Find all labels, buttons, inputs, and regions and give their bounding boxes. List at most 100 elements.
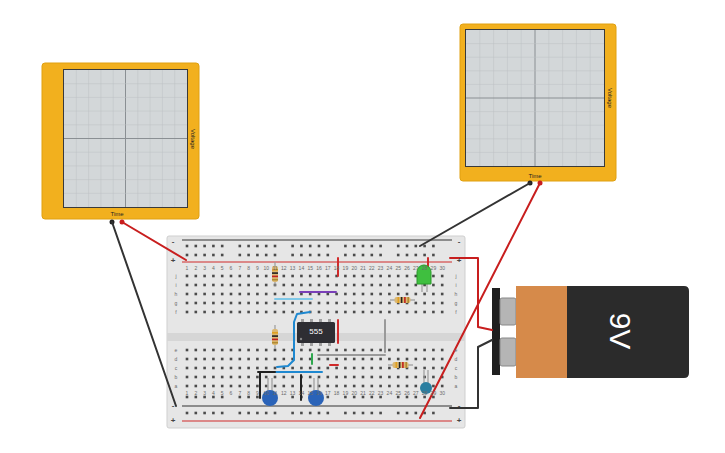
hole <box>239 284 242 287</box>
column-number: 2 <box>194 266 197 271</box>
jumper-wire[interactable] <box>330 364 338 366</box>
hole <box>344 245 347 248</box>
hole <box>256 349 259 352</box>
battery[interactable] <box>492 286 689 378</box>
resistor[interactable] <box>272 262 278 286</box>
hole <box>406 275 409 278</box>
hole <box>423 367 426 370</box>
hole <box>291 376 294 379</box>
hole <box>441 367 444 370</box>
probe-wire[interactable] <box>122 222 186 260</box>
grid-line <box>466 84 604 85</box>
jumper-wire[interactable] <box>337 320 339 343</box>
hole <box>239 376 242 379</box>
hole <box>203 302 206 305</box>
column-number: 29 <box>431 266 437 271</box>
column-number: 21 <box>360 266 366 271</box>
capacitor[interactable] <box>262 378 278 406</box>
hole <box>195 367 198 370</box>
hole <box>274 376 277 379</box>
column-number: 21 <box>360 391 366 396</box>
column-number: 9 <box>256 391 259 396</box>
hole <box>353 349 356 352</box>
hole <box>388 385 391 388</box>
hole <box>186 376 189 379</box>
time-axis-label: Time <box>110 211 123 217</box>
hole <box>432 396 435 399</box>
resistor[interactable] <box>272 325 278 349</box>
hole <box>195 293 198 296</box>
jumper-wire[interactable] <box>300 375 302 400</box>
hole <box>415 245 418 248</box>
column-number: 18 <box>334 266 340 271</box>
hole <box>230 358 233 361</box>
hole <box>318 358 321 361</box>
hole <box>423 293 426 296</box>
probe-wire[interactable] <box>420 183 540 418</box>
jumper-wire[interactable] <box>275 298 312 300</box>
hole <box>432 284 435 287</box>
resistor[interactable] <box>390 297 415 303</box>
hole <box>265 275 268 278</box>
resistor-band <box>407 297 409 303</box>
column-number: 8 <box>247 391 250 396</box>
jumper-wire[interactable] <box>300 291 336 293</box>
capacitor[interactable] <box>308 378 324 406</box>
hole <box>344 275 347 278</box>
hole <box>239 275 242 278</box>
hole <box>371 254 374 257</box>
hole <box>327 412 330 415</box>
hole <box>318 376 321 379</box>
hole <box>274 367 277 370</box>
hole <box>274 412 277 415</box>
oscilloscope[interactable] <box>460 24 616 186</box>
hole <box>212 302 215 305</box>
hole <box>371 367 374 370</box>
probe-wire[interactable] <box>450 258 492 330</box>
battery-clip <box>492 288 500 375</box>
hole <box>318 293 321 296</box>
jumper-wire[interactable] <box>311 354 313 364</box>
hole <box>265 349 268 352</box>
led[interactable] <box>417 265 431 292</box>
jumper-wire[interactable] <box>259 373 261 398</box>
hole <box>415 367 418 370</box>
oscilloscope[interactable] <box>42 63 199 225</box>
hole <box>247 412 250 415</box>
hole <box>212 245 215 248</box>
hole <box>256 254 259 257</box>
hole <box>441 302 444 305</box>
hole <box>274 293 277 296</box>
hole <box>212 311 215 314</box>
row-letter: h <box>455 292 458 297</box>
hole <box>221 254 224 257</box>
hole <box>283 385 286 388</box>
grid-line <box>64 83 187 84</box>
hole <box>406 396 409 399</box>
resistor-body <box>393 362 409 368</box>
hole <box>318 412 321 415</box>
jumper-wire[interactable] <box>318 354 385 356</box>
hole <box>362 302 365 305</box>
column-number: 11 <box>272 391 277 396</box>
hole <box>239 358 242 361</box>
resistor-band <box>404 297 406 303</box>
hole <box>441 311 444 314</box>
resistor-body <box>272 266 278 282</box>
hole <box>379 293 382 296</box>
column-number: 1 <box>186 391 189 396</box>
hole <box>362 275 365 278</box>
hole <box>212 412 215 415</box>
probe-wire[interactable] <box>112 222 176 406</box>
timer-chip[interactable] <box>297 319 335 346</box>
hole <box>406 284 409 287</box>
hole <box>318 302 321 305</box>
hole <box>371 376 374 379</box>
jumper-wire[interactable] <box>384 320 386 352</box>
resistor[interactable] <box>388 362 413 368</box>
column-number: 20 <box>351 266 357 271</box>
hole <box>256 245 259 248</box>
hole <box>300 275 303 278</box>
hole <box>186 275 189 278</box>
probe-wire[interactable] <box>450 340 492 408</box>
